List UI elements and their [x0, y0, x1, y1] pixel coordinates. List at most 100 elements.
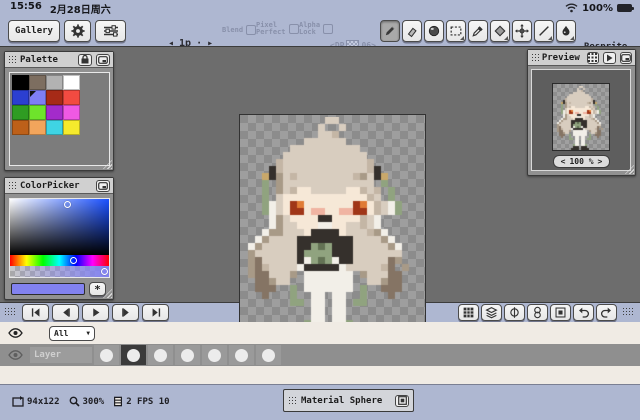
pixel-perfect-checkbox-box[interactable] [289, 24, 299, 34]
layer-frame-cells [93, 344, 282, 366]
timeline-drag-handle[interactable] [622, 307, 635, 317]
palette-panel-header[interactable]: Palette [5, 52, 113, 68]
battery-percent: 100% [582, 3, 613, 14]
layer-visibility-eye-icon[interactable] [8, 350, 23, 360]
sphere-tool-button[interactable] [424, 20, 444, 42]
frame-cel[interactable] [228, 344, 255, 366]
colorpicker-panel-header[interactable]: ColorPicker [5, 178, 113, 194]
palette-grid [12, 75, 80, 135]
frame-cel[interactable] [174, 344, 201, 366]
preview-grid-button[interactable] [587, 52, 599, 64]
saturation-value-box[interactable] [10, 199, 109, 255]
layer-name[interactable]: Layer [30, 347, 92, 363]
palette-float-button[interactable] [96, 54, 110, 66]
go-to-last-frame-button[interactable] [142, 304, 169, 321]
palette-swatch[interactable] [12, 90, 29, 105]
line-tool-button[interactable] [534, 20, 554, 42]
color-options-button[interactable]: * [89, 282, 106, 296]
skip-end-icon [150, 307, 162, 318]
eraser-tool-button[interactable] [402, 20, 422, 42]
palette-swatch[interactable] [29, 120, 46, 135]
drag-handle-icon[interactable] [8, 55, 17, 64]
palette-swatch[interactable] [29, 105, 46, 120]
palette-title: Palette [20, 55, 58, 65]
timeline-option-buttons [458, 304, 617, 321]
frame-bounds-button[interactable] [550, 304, 571, 321]
flyout-indicator [460, 36, 464, 40]
alpha-slider[interactable] [10, 266, 109, 277]
palette-swatch[interactable] [12, 105, 29, 120]
hue-cursor[interactable] [70, 257, 77, 264]
play-button[interactable] [82, 304, 109, 321]
hue-slider[interactable] [10, 255, 109, 266]
ink-tool-button[interactable] [556, 20, 576, 42]
eyedropper-tool-button[interactable] [468, 20, 488, 42]
go-to-first-frame-button[interactable] [22, 304, 49, 321]
settings-button[interactable] [64, 20, 91, 42]
palette-swatch[interactable] [63, 105, 80, 120]
zoom-level: 100 % [569, 157, 593, 166]
onion-skin-button[interactable] [527, 304, 548, 321]
drag-handle-icon[interactable] [288, 396, 297, 405]
preview-panel-header[interactable]: Preview [528, 50, 635, 66]
palette-swatch[interactable] [63, 75, 80, 90]
palette-swatch[interactable] [46, 90, 63, 105]
frame-cel[interactable] [201, 344, 228, 366]
date: 2月28日周六 [50, 1, 111, 16]
palette-swatch[interactable] [63, 120, 80, 135]
tile-grid-button[interactable] [458, 304, 479, 321]
chevron-down-icon: ▼ [86, 330, 90, 337]
select-tool-button[interactable] [446, 20, 466, 42]
layers-button[interactable] [481, 304, 502, 321]
cel-content-dot [208, 349, 221, 362]
frame-cel[interactable] [255, 344, 282, 366]
palette-swatch[interactable] [46, 75, 63, 90]
colorpicker-float-button[interactable] [96, 180, 110, 192]
blend-checkbox[interactable]: Blend [222, 25, 256, 35]
frame-header-row: All ▼ 1234567 [0, 322, 640, 344]
undo-button[interactable] [573, 304, 594, 321]
palette-swatch[interactable] [29, 90, 46, 105]
blend-checkbox-box[interactable] [246, 25, 256, 35]
frame-cel[interactable] [93, 344, 120, 366]
wifi-icon [565, 3, 578, 13]
pencil-tool-button[interactable] [380, 20, 400, 42]
next-frame-button[interactable] [112, 304, 139, 321]
gallery-button[interactable]: Gallery [8, 20, 60, 42]
frame-fps-status: 2 FPS 10 [113, 396, 169, 407]
alpha-lock-checkbox[interactable]: Alpha Lock [299, 22, 333, 36]
palette-swatch[interactable] [29, 75, 46, 90]
preview-float-button[interactable] [620, 52, 632, 64]
redo-button[interactable] [596, 304, 617, 321]
alpha-cursor[interactable] [101, 268, 108, 275]
loop-button[interactable] [504, 304, 525, 321]
workspace-layout-button[interactable] [95, 20, 126, 42]
palette-swatch[interactable] [12, 120, 29, 135]
frame-cel[interactable] [120, 344, 147, 366]
alpha-lock-checkbox-box[interactable] [323, 24, 333, 34]
palette-well [9, 72, 110, 166]
visibility-eye-icon[interactable] [8, 328, 23, 338]
shape-tool-button[interactable] [490, 20, 510, 42]
sv-cursor[interactable] [64, 201, 71, 208]
material-sphere-panel[interactable]: Material Sphere [283, 389, 414, 412]
palette-swatch[interactable] [46, 105, 63, 120]
frame-cel[interactable] [147, 344, 174, 366]
material-restore-button[interactable] [395, 395, 409, 407]
preview-title: Preview [542, 53, 580, 63]
zoom-in-button[interactable]: > [598, 157, 603, 166]
sphere-icon [427, 24, 441, 38]
preview-play-button[interactable] [603, 52, 615, 64]
previous-frame-button[interactable] [52, 304, 79, 321]
layer-filter-select[interactable]: All ▼ [49, 326, 95, 341]
palette-swatch[interactable] [63, 90, 80, 105]
move-tool-button[interactable] [512, 20, 532, 42]
palette-swatch[interactable] [12, 75, 29, 90]
pixel-perfect-checkbox[interactable]: Pixel Perfect [256, 22, 299, 36]
drag-handle-icon[interactable] [8, 181, 17, 190]
timeline-drag-handle[interactable] [4, 307, 17, 317]
palette-swatch[interactable] [46, 120, 63, 135]
drag-handle-icon[interactable] [531, 53, 539, 62]
zoom-out-button[interactable]: < [561, 157, 566, 166]
palette-lock-button[interactable] [78, 54, 92, 66]
